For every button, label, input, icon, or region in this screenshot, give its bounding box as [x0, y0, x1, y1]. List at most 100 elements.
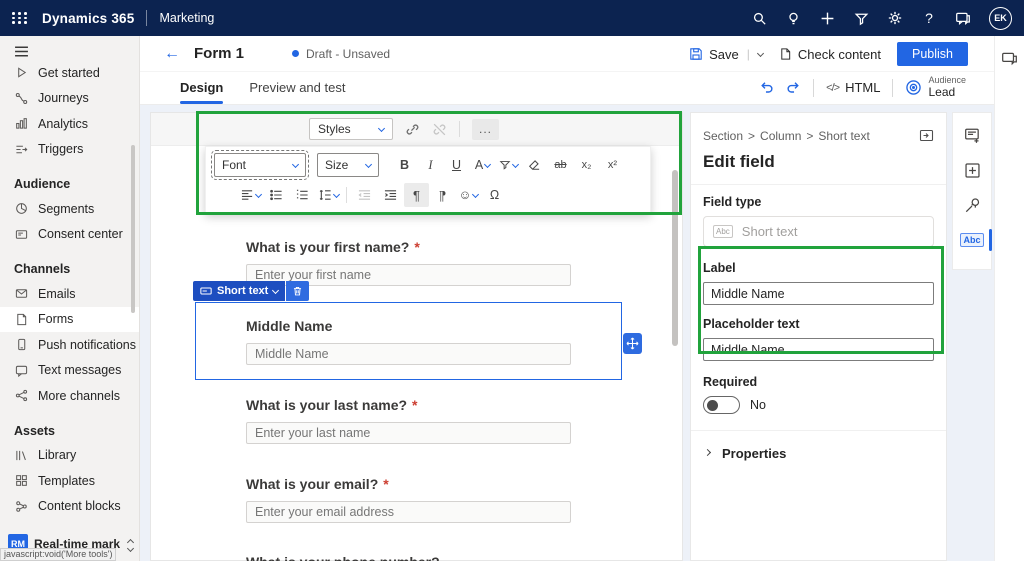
undo-button[interactable]: [759, 80, 774, 95]
align-button[interactable]: [238, 183, 263, 207]
sidebar-item-consent-center[interactable]: Consent center: [0, 222, 139, 248]
sidebar-scrollbar[interactable]: [131, 145, 135, 313]
sidebar-item-templates[interactable]: Templates: [0, 468, 139, 494]
theme-tool[interactable]: [960, 193, 984, 217]
redo-button[interactable]: [786, 80, 801, 95]
trash-icon: [294, 286, 302, 296]
subscript-button[interactable]: x₂: [574, 153, 599, 177]
properties-accordion[interactable]: Properties: [691, 431, 946, 476]
area-name[interactable]: Marketing: [159, 11, 214, 25]
highlight-button[interactable]: [496, 153, 521, 177]
search-icon[interactable]: [745, 4, 773, 32]
sidebar-item-text-messages[interactable]: Text messages: [0, 358, 139, 384]
breadcrumb-section[interactable]: Section: [703, 129, 743, 143]
outdent-icon: [358, 190, 371, 200]
sidebar-item-more-channels[interactable]: More channels: [0, 383, 139, 409]
italic-button[interactable]: I: [418, 153, 443, 177]
special-character-button[interactable]: Ω: [482, 183, 507, 207]
placeholder-input[interactable]: [703, 338, 934, 361]
styles-dropdown[interactable]: Styles: [309, 118, 393, 140]
sidebar-item-get-started[interactable]: Get started: [0, 60, 139, 86]
tab-preview-and-test[interactable]: Preview and test: [249, 80, 345, 104]
wrench-icon: [965, 197, 979, 212]
font-dropdown[interactable]: Font: [211, 150, 309, 180]
sidebar-item-forms[interactable]: Forms: [0, 306, 139, 332]
required-toggle[interactable]: [703, 396, 740, 414]
draft-dot-icon: [292, 50, 300, 57]
tab-bar: Design Preview and test </> HTML Audienc…: [140, 72, 1024, 105]
edit-field-tool[interactable]: Abc: [960, 228, 992, 252]
waffle-icon[interactable]: [12, 12, 28, 24]
required-value: No: [750, 398, 766, 412]
increase-indent-button[interactable]: [378, 183, 403, 207]
user-avatar[interactable]: EK: [989, 6, 1012, 30]
underline-button[interactable]: U: [444, 153, 469, 177]
field-icon: [200, 287, 212, 295]
selected-element-outline[interactable]: [195, 302, 622, 380]
sidebar-item-content-blocks[interactable]: Content blocks: [0, 494, 139, 520]
canvas-scrollbar[interactable]: [672, 170, 678, 346]
app-name[interactable]: Dynamics 365: [42, 11, 134, 26]
tab-design[interactable]: Design: [180, 80, 224, 104]
add-field-tool[interactable]: [960, 123, 984, 147]
filter-icon[interactable]: [847, 4, 875, 32]
back-arrow-icon[interactable]: ←: [164, 45, 180, 63]
document-icon: [781, 48, 791, 60]
add-element-tool[interactable]: [960, 158, 984, 182]
line-spacing-button[interactable]: [316, 183, 341, 207]
save-button[interactable]: Save |: [689, 47, 764, 62]
numbered-list-button[interactable]: [290, 183, 315, 207]
label-input[interactable]: [703, 282, 934, 305]
gear-icon[interactable]: [881, 4, 909, 32]
link-icon[interactable]: [405, 122, 420, 137]
undo-icon: [761, 82, 773, 93]
breadcrumb-column[interactable]: Column: [760, 129, 801, 143]
html-view-button[interactable]: </> HTML: [826, 80, 880, 95]
area-switcher-chevrons: [126, 538, 135, 552]
consent-icon: [14, 228, 29, 241]
strikethrough-button[interactable]: ab: [548, 153, 573, 177]
sidebar-item-emails[interactable]: Emails: [0, 281, 139, 307]
more-options-button[interactable]: ...: [472, 118, 499, 140]
rtl-direction-button[interactable]: ¶: [430, 183, 455, 207]
last-name-input[interactable]: [246, 422, 571, 444]
clear-format-button[interactable]: [522, 153, 547, 177]
chevron-right-icon: [703, 448, 712, 457]
sidebar-item-triggers[interactable]: Triggers: [0, 137, 139, 163]
check-content-button[interactable]: Check content: [779, 47, 881, 62]
size-dropdown[interactable]: Size: [317, 153, 379, 177]
font-color-button[interactable]: A: [470, 153, 495, 177]
move-handle[interactable]: [623, 333, 642, 354]
bulleted-list-button[interactable]: [264, 183, 289, 207]
sidebar-item-library[interactable]: Library: [0, 443, 139, 469]
help-icon[interactable]: ?: [915, 4, 943, 32]
unlink-icon[interactable]: [432, 122, 447, 137]
sidebar-item-journeys[interactable]: Journeys: [0, 86, 139, 112]
emoji-button[interactable]: ☺: [456, 183, 481, 207]
decrease-indent-button[interactable]: [352, 183, 377, 207]
feedback-icon[interactable]: [949, 4, 977, 32]
play-icon: [14, 66, 29, 79]
field-label: What is your first name? *: [246, 239, 420, 255]
sidebar-item-push-notifications[interactable]: Push notifications: [0, 332, 139, 358]
selected-element-badge[interactable]: Short text: [193, 281, 310, 301]
ltr-direction-button[interactable]: ¶: [404, 183, 429, 207]
delete-field-button[interactable]: [286, 281, 310, 301]
publish-button[interactable]: Publish: [897, 42, 968, 66]
sidebar-item-analytics[interactable]: Analytics: [0, 111, 139, 137]
superscript-button[interactable]: x²: [600, 153, 625, 177]
field-label: What is your last name? *: [246, 397, 418, 413]
sidebar-item-segments[interactable]: Segments: [0, 196, 139, 222]
sms-icon: [14, 364, 29, 377]
short-text-badge[interactable]: Short text: [193, 281, 286, 301]
hamburger-icon[interactable]: [0, 36, 139, 60]
audience-button[interactable]: Audience Lead: [905, 75, 966, 99]
collapse-panel-icon[interactable]: [919, 129, 934, 142]
bold-button[interactable]: B: [392, 153, 417, 177]
more-channels-icon: [14, 389, 29, 402]
plus-icon[interactable]: [813, 4, 841, 32]
lightbulb-icon[interactable]: [779, 4, 807, 32]
browser-status-tooltip: javascript:void('More tools'): [0, 548, 117, 561]
email-input[interactable]: [246, 501, 571, 523]
feedback-panel-icon[interactable]: [1001, 48, 1018, 68]
